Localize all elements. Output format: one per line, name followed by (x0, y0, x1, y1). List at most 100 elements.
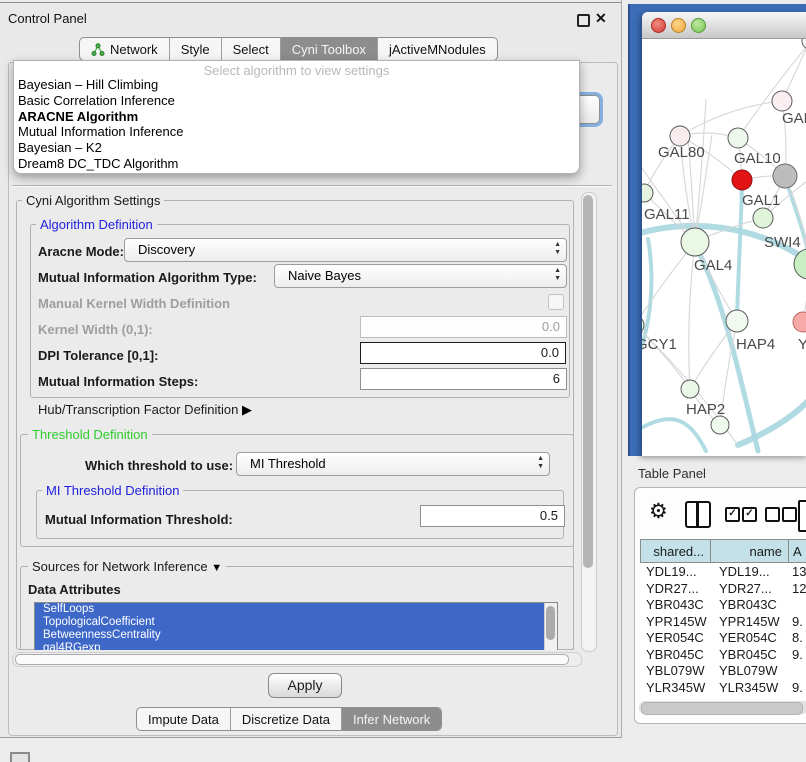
table-cell: YBR043C (640, 596, 711, 613)
dpi-tolerance-field[interactable]: 0.0 (360, 342, 566, 364)
algorithm-option[interactable]: Mutual Information Inference (14, 124, 579, 140)
table-row[interactable]: YPR145WYPR145W9. (640, 613, 806, 630)
column-header-name[interactable]: name (711, 539, 789, 563)
algorithm-option[interactable]: Dream8 DC_TDC Algorithm (14, 156, 579, 172)
aracne-mode-combobox[interactable]: Discovery ▲▼ (124, 238, 567, 262)
data-attributes-label: Data Attributes (28, 582, 121, 597)
minimize-traffic-light-icon[interactable] (671, 18, 686, 33)
tab-infer-network[interactable]: Infer Network (341, 708, 441, 730)
network-window: GALGAL80GAL10GAL1GAL11SWI4GAL4GCY1HAP4YH… (642, 12, 806, 456)
tab-select[interactable]: Select (221, 38, 280, 60)
network-node[interactable] (681, 228, 709, 256)
zoom-traffic-light-icon[interactable] (691, 18, 706, 33)
network-node-label: GAL10 (734, 150, 781, 167)
table-cell: 9. (789, 646, 806, 663)
network-node[interactable] (732, 170, 752, 190)
checked-checkbox-icon: ✓ (742, 507, 757, 522)
algorithm-option[interactable]: ARACNE Algorithm (14, 109, 579, 125)
table-cell: YDR27... (640, 580, 711, 597)
network-canvas[interactable]: GALGAL80GAL10GAL1GAL11SWI4GAL4GCY1HAP4YH… (642, 39, 806, 456)
list-vertical-scrollbar[interactable] (544, 603, 557, 650)
mi-steps-field[interactable]: 6 (360, 368, 567, 390)
hub-definition-expander[interactable]: Hub/Transcription Factor Definition ▶ (38, 402, 252, 418)
new-table-icon[interactable] (798, 500, 806, 532)
sources-expander[interactable]: Sources for Network Inference ▼ (28, 559, 226, 574)
scrollbar-thumb[interactable] (641, 702, 803, 715)
table-row[interactable]: YBR045CYBR045C9. (640, 646, 806, 663)
table-row[interactable]: YDR27...YDR27...12 (640, 580, 806, 597)
table-cell: YIL052C (640, 695, 711, 699)
manual-kernel-width-checkbox[interactable] (548, 294, 564, 310)
table-row[interactable]: YIL052CYIL052C0 (640, 695, 806, 699)
settings-horizontal-scrollbar[interactable] (12, 652, 582, 667)
table-row[interactable]: YBR043CYBR043C (640, 596, 806, 613)
scrollbar-thumb[interactable] (546, 606, 555, 640)
threshold-definition-title: Threshold Definition (28, 427, 152, 442)
network-node[interactable] (802, 39, 806, 49)
network-node[interactable] (753, 208, 773, 228)
table-cell: YLR345W (711, 679, 789, 696)
collapsed-panel-widget[interactable] (10, 752, 30, 762)
deselect-all-columns-icon[interactable] (765, 507, 795, 521)
network-node[interactable] (670, 126, 690, 146)
tab-impute-data-label: Impute Data (148, 712, 219, 727)
mi-algorithm-type-value: Naive Bayes (288, 268, 361, 283)
mi-steps-label: Mutual Information Steps: (38, 374, 198, 389)
gear-icon[interactable]: ⚙ (649, 499, 668, 524)
apply-button[interactable]: Apply (268, 673, 342, 698)
unchecked-checkbox-icon (782, 507, 797, 522)
tab-network[interactable]: Network (80, 38, 169, 60)
which-threshold-value: MI Threshold (250, 456, 326, 471)
close-traffic-light-icon[interactable] (651, 18, 666, 33)
table-horizontal-scrollbar[interactable] (639, 701, 806, 714)
attribute-list-item[interactable]: TopologicalCoefficient (35, 616, 557, 629)
tab-jactivemnodules[interactable]: jActiveMNodules (377, 38, 497, 60)
network-window-titlebar[interactable] (642, 12, 806, 39)
select-all-columns-icon[interactable]: ✓ ✓ (725, 507, 755, 521)
panel-top-divider (0, 2, 621, 3)
algorithm-option[interactable]: Bayesian – K2 (14, 140, 579, 156)
network-node[interactable] (681, 380, 699, 398)
algorithm-option[interactable]: Basic Correlation Inference (14, 93, 579, 109)
kernel-width-field[interactable]: 0.0 (360, 316, 567, 338)
scrollbar-thumb[interactable] (15, 654, 569, 665)
tab-cyni-toolbox[interactable]: Cyni Toolbox (280, 38, 377, 60)
network-node[interactable] (793, 312, 806, 332)
network-node[interactable] (773, 164, 797, 188)
table-cell: YPR145W (711, 613, 789, 630)
hub-definition-label: Hub/Transcription Factor Definition (38, 402, 238, 417)
column-header-shared-name[interactable]: shared... (640, 539, 711, 563)
mi-algorithm-type-combobox[interactable]: Naive Bayes ▲▼ (274, 264, 567, 288)
attribute-list-item[interactable]: BetweennessCentrality (35, 629, 557, 642)
algorithm-option[interactable]: Bayesian – Hill Climbing (14, 77, 579, 93)
network-node[interactable] (726, 310, 748, 332)
close-icon[interactable]: ✕ (595, 10, 607, 27)
tab-cyni-toolbox-label: Cyni Toolbox (292, 42, 366, 57)
network-node[interactable] (728, 128, 748, 148)
network-node[interactable] (711, 416, 729, 434)
column-header-partial[interactable]: A (789, 539, 806, 563)
network-edge[interactable] (642, 325, 690, 389)
table-row[interactable]: YBL079WYBL079W (640, 662, 806, 679)
columns-icon[interactable] (685, 501, 711, 528)
table-row[interactable]: YER054CYER054C8. (640, 629, 806, 646)
manual-kernel-width-label: Manual Kernel Width Definition (38, 296, 230, 311)
attribute-list-item[interactable]: SelfLoops (35, 603, 557, 616)
mi-algorithm-type-label: Mutual Information Algorithm Type: (38, 270, 257, 285)
settings-vertical-scrollbar[interactable] (581, 192, 597, 652)
tab-discretize-data[interactable]: Discretize Data (230, 708, 341, 730)
table-row[interactable]: YDL19...YDL19...13 (640, 563, 806, 580)
mi-threshold-field[interactable]: 0.5 (420, 505, 565, 527)
network-graph[interactable]: GALGAL80GAL10GAL1GAL11SWI4GAL4GCY1HAP4YH… (642, 39, 806, 456)
scrollbar-thumb[interactable] (583, 195, 593, 568)
network-node[interactable] (772, 91, 792, 111)
network-edge-thick[interactable] (642, 419, 706, 451)
table-row[interactable]: YLR345WYLR345W9. (640, 679, 806, 696)
attribute-list-item[interactable]: gal4RGexp (35, 642, 557, 650)
float-window-icon[interactable] (577, 14, 590, 27)
tab-select-label: Select (233, 42, 269, 57)
network-edge[interactable] (695, 99, 706, 242)
tab-impute-data[interactable]: Impute Data (137, 708, 230, 730)
tab-style[interactable]: Style (169, 38, 221, 60)
which-threshold-combobox[interactable]: MI Threshold ▲▼ (236, 452, 550, 476)
